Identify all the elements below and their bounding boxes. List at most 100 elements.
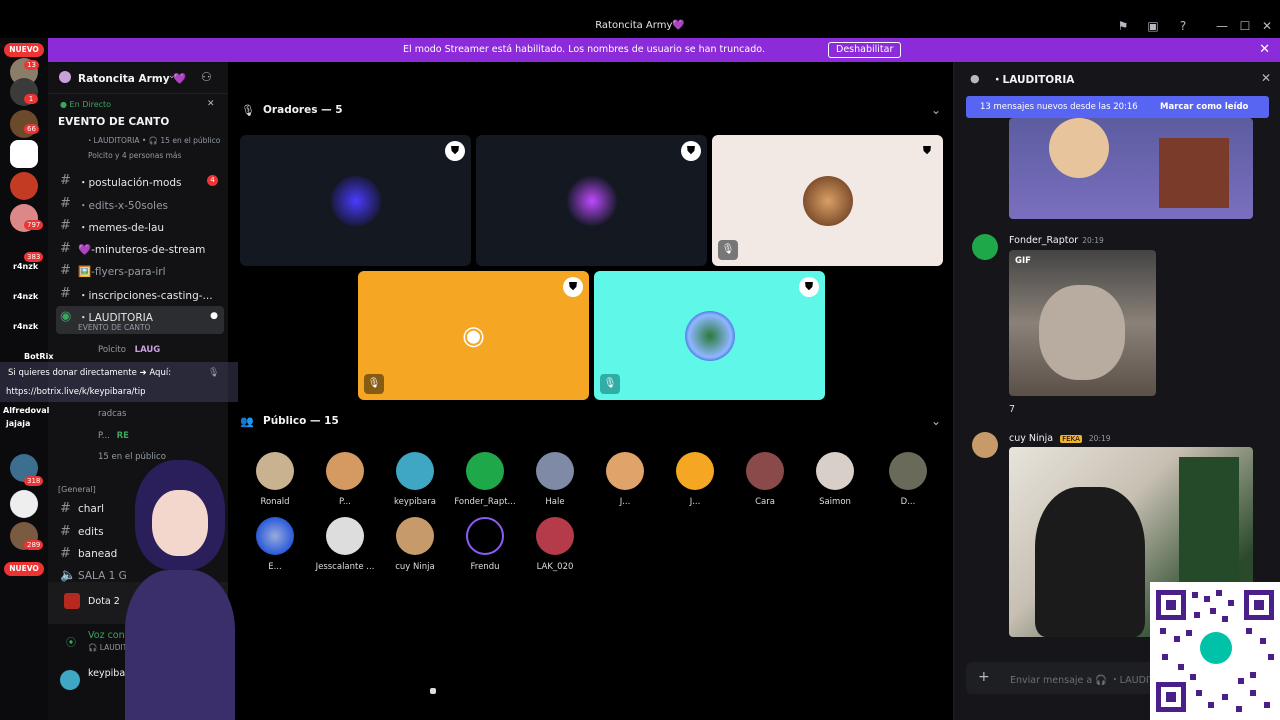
chevron-down-icon[interactable]: ⌄ xyxy=(931,103,941,117)
inbox-flag-icon[interactable]: ⚑ xyxy=(1116,19,1130,33)
audience-member[interactable]: P... xyxy=(310,452,380,507)
member-name: LAK_020 xyxy=(536,562,574,572)
channel-label: ・postulación-mods xyxy=(78,177,182,189)
server-icon[interactable] xyxy=(10,140,38,168)
window-title: Ratoncita Army💜 xyxy=(595,20,685,31)
channel-inscripciones[interactable]: # ・inscripciones-casting-... xyxy=(56,283,224,305)
hash-icon: # xyxy=(60,501,71,516)
microphone-icon: 🎙 xyxy=(241,104,255,117)
cat-figure xyxy=(1039,285,1125,380)
message-author[interactable]: cuy Ninja FEKA 20:19 xyxy=(1009,433,1111,444)
server-header[interactable]: Ratoncita Army 💜 ⌄ ⚇ xyxy=(48,62,228,94)
overlay-chat-name: r4nzk xyxy=(13,292,39,301)
audience-member[interactable]: cuy Ninja xyxy=(380,517,450,572)
moderator-shield-icon: ⛊ xyxy=(922,144,932,157)
streamer-mode-banner: El modo Streamer está habilitado. Los no… xyxy=(48,38,1280,62)
signal-icon: ⦿ xyxy=(66,638,76,649)
help-icon[interactable]: ? xyxy=(1176,19,1190,33)
channel-flyers[interactable]: # 🖼️-flyers-para-irl xyxy=(56,260,224,282)
channel-postulacion-mods[interactable]: # ・postulación-mods 4 xyxy=(56,170,224,192)
avatar xyxy=(256,452,294,490)
chat-bubble-icon[interactable]: ● xyxy=(210,311,218,321)
speaker-icon: 🔈 xyxy=(60,568,77,583)
server-icon[interactable] xyxy=(10,490,38,518)
avatar xyxy=(256,517,294,555)
hash-icon: # xyxy=(60,546,71,561)
minimize-icon[interactable]: — xyxy=(1215,19,1229,33)
dota-icon xyxy=(64,593,80,609)
speaker-tile[interactable]: ⛊ 🎙 xyxy=(594,271,825,400)
mark-read-button[interactable]: Marcar como leído xyxy=(1160,102,1248,112)
unread-badge: 13 xyxy=(24,60,39,70)
avatar[interactable] xyxy=(972,234,998,260)
qr-code xyxy=(1150,582,1280,720)
donation-overlay: Si quieres donar directamente ➜ Aquí: ht… xyxy=(0,362,238,402)
avatar xyxy=(326,452,364,490)
channel-label: 🖼️-flyers-para-irl xyxy=(78,266,166,278)
channel-minuteros[interactable]: # 💜-minuteros-de-stream xyxy=(56,238,224,260)
add-member-icon[interactable]: ⚇ xyxy=(201,70,212,84)
speaker-tile[interactable]: ⛊ xyxy=(240,135,471,266)
member-name: J... xyxy=(689,497,701,507)
overlay-chat-message: jajaja xyxy=(6,419,31,428)
member-name: P... xyxy=(339,497,351,507)
event-title[interactable]: EVENTO DE CANTO xyxy=(58,116,169,128)
chat-bubble-icon: ● xyxy=(970,72,980,85)
audience-member[interactable]: Frendu xyxy=(450,517,520,572)
channel-edits[interactable]: # ・edits-x-50soles xyxy=(56,193,224,215)
speaker-tile[interactable]: ⛊ 🎙 xyxy=(712,135,943,266)
new-messages-bar[interactable]: 13 mensajes nuevos desde las 20:16 Marca… xyxy=(966,96,1269,118)
audience-member[interactable]: J... xyxy=(660,452,730,507)
speaker-tile[interactable]: ⛊ ◉ 🎙 xyxy=(358,271,589,400)
unread-badge: 318 xyxy=(24,476,44,486)
chevron-down-icon[interactable]: ⌄ xyxy=(931,414,941,428)
member-name: Saimon xyxy=(819,497,851,507)
unread-badge: 66 xyxy=(24,124,39,134)
close-window-icon[interactable]: ✕ xyxy=(1260,19,1274,33)
message-author[interactable]: Fonder_Raptor 20:19 xyxy=(1009,235,1104,246)
message-image[interactable] xyxy=(1009,118,1253,219)
channel-label: 💜-minuteros-de-stream xyxy=(78,244,206,256)
server-icon[interactable] xyxy=(10,172,38,200)
message-input[interactable]: Enviar mensaje a 🎧 ・LAUDIT xyxy=(1010,672,1155,686)
avatar-body xyxy=(125,570,235,720)
avatar[interactable] xyxy=(972,432,998,458)
timestamp: 20:19 xyxy=(1082,236,1104,245)
avatar[interactable] xyxy=(60,670,80,690)
voice-user[interactable]: radcas xyxy=(98,409,126,419)
audience-member[interactable]: D... xyxy=(873,452,943,507)
stage-view: 🎙 Oradores — 5 ⌄ ⛊ ⛊ ⛊ 🎙 ⛊ ◉ 🎙 ⛊ 🎙 👥 Púb… xyxy=(228,62,953,720)
channel-memes[interactable]: # ・memes-de-lau xyxy=(56,215,224,237)
audience-member[interactable]: Jesscalante ... xyxy=(310,517,380,572)
message-gif[interactable]: GIF xyxy=(1009,250,1156,396)
unread-badge: 289 xyxy=(24,540,44,550)
stage-channel-lauditoria[interactable]: ◉ ・LAUDITORIA EVENTO DE CANTO ● xyxy=(56,306,224,334)
close-icon[interactable]: ✕ xyxy=(207,99,215,109)
audience-member[interactable]: Cara xyxy=(730,452,800,507)
audience-member[interactable]: Fonder_Rapt... xyxy=(450,452,520,507)
close-icon[interactable]: ✕ xyxy=(1259,42,1270,57)
avatar xyxy=(396,517,434,555)
audience-member[interactable]: J... xyxy=(590,452,660,507)
audience-member[interactable]: Saimon xyxy=(800,452,870,507)
close-icon[interactable]: ✕ xyxy=(1261,71,1271,85)
channel-label: ・edits-x-50soles xyxy=(78,200,169,212)
voice-user[interactable]: P... RE xyxy=(98,431,129,441)
audience-member[interactable]: LAK_020 xyxy=(520,517,590,572)
audience-member[interactable]: keypibara xyxy=(380,452,450,507)
speaker-tile[interactable]: ⛊ xyxy=(476,135,707,266)
disable-streamer-button[interactable]: Deshabilitar xyxy=(828,42,902,58)
chevron-down-icon: ⌄ xyxy=(168,71,176,81)
avatar xyxy=(466,517,504,555)
category-general[interactable]: [General] xyxy=(58,485,96,494)
maximize-icon[interactable]: ☐ xyxy=(1238,19,1252,33)
plus-icon[interactable]: + xyxy=(978,669,990,685)
screen-share-icon[interactable]: ▣ xyxy=(1146,19,1160,33)
audience-member[interactable]: Hale xyxy=(520,452,590,507)
voice-user-name: P... xyxy=(98,431,110,441)
server-avatar xyxy=(59,71,71,83)
voice-user[interactable]: Polcito LAUG xyxy=(98,345,160,355)
hash-icon: # xyxy=(60,218,71,233)
avatar xyxy=(676,452,714,490)
author-name: cuy Ninja xyxy=(1009,433,1054,444)
